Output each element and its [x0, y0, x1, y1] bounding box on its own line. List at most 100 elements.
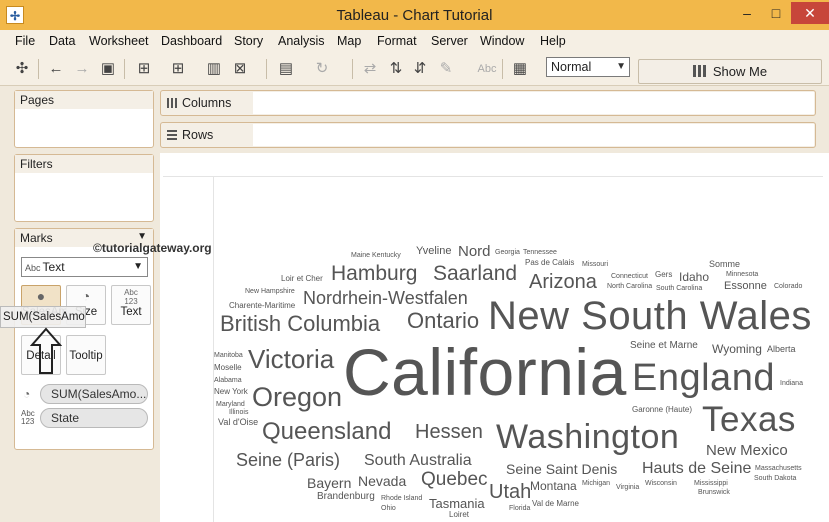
word-cloud-label[interactable]: Moselle	[214, 364, 242, 372]
mark-type-dropdown[interactable]: Abc Text ▼	[21, 257, 148, 277]
word-cloud-label[interactable]: California	[343, 339, 627, 405]
sort-descending-icon[interactable]: ⇵	[410, 59, 430, 79]
menu-server[interactable]: Server	[431, 34, 468, 48]
pages-panel[interactable]: Pages	[14, 90, 154, 148]
columns-drop-zone[interactable]	[253, 92, 814, 114]
word-cloud-label[interactable]: Garonne (Haute)	[632, 406, 692, 414]
word-cloud-label[interactable]: Texas	[702, 402, 796, 437]
word-cloud-label[interactable]: South Dakota	[754, 475, 796, 482]
word-cloud-label[interactable]: Tasmania	[429, 497, 485, 510]
word-cloud-label[interactable]: Georgia	[495, 249, 520, 256]
redo-icon[interactable]: →	[72, 59, 92, 79]
word-cloud-label[interactable]: Indiana	[780, 380, 803, 387]
new-data-source-icon[interactable]: ⊞	[134, 59, 154, 79]
word-cloud-label[interactable]: Yveline	[416, 246, 451, 257]
word-cloud-label[interactable]: Minnesota	[726, 271, 758, 278]
menu-data[interactable]: Data	[49, 34, 75, 48]
measure-pill[interactable]: SUM(SalesAmo...	[40, 384, 148, 404]
word-cloud-label[interactable]: Bayern	[307, 476, 351, 490]
viz-canvas[interactable]: Maine Kentucky Yveline Nord Georgia Tennessee…	[160, 153, 829, 522]
close-button[interactable]: ✕	[791, 2, 829, 24]
word-cloud-label[interactable]: Nevada	[358, 474, 406, 488]
word-cloud-label[interactable]: Missouri	[582, 261, 608, 268]
word-cloud-label[interactable]: Alberta	[767, 345, 796, 354]
word-cloud-label[interactable]: Val d'Oise	[218, 418, 258, 427]
show-labels-icon[interactable]: Abc	[474, 59, 500, 79]
word-cloud-label[interactable]: New York	[214, 388, 248, 396]
tooltip-mark-button[interactable]: Tooltip	[66, 335, 106, 375]
word-cloud-label[interactable]: Seine et Marne	[630, 341, 698, 351]
word-cloud-label[interactable]: Connecticut	[611, 273, 648, 280]
word-cloud-label[interactable]: Nordrhein-Westfalen	[303, 289, 468, 307]
clear-sheet-icon[interactable]: ⊠	[230, 59, 250, 79]
tableau-logo-icon[interactable]: ✣	[12, 59, 32, 79]
word-cloud-label[interactable]: Hessen	[415, 422, 483, 442]
word-cloud-label[interactable]: Maine	[351, 252, 370, 259]
word-cloud-label[interactable]: North Carolina	[607, 283, 652, 290]
word-cloud-label[interactable]: Charente-Maritime	[229, 302, 295, 310]
word-cloud-label[interactable]: Quebec	[421, 470, 488, 489]
highlight-icon[interactable]: ✎	[436, 59, 456, 79]
word-cloud-label[interactable]: Washington	[496, 420, 679, 454]
swap-icon[interactable]: ⇄	[360, 59, 380, 79]
menu-format[interactable]: Format	[377, 34, 417, 48]
save-icon[interactable]: ▣	[98, 59, 118, 79]
word-cloud-label[interactable]: Val de Marne	[532, 500, 579, 508]
word-cloud-label[interactable]: Ontario	[407, 310, 479, 332]
word-cloud-label[interactable]: South Australia	[364, 453, 472, 469]
word-cloud-label[interactable]: Tennessee	[523, 249, 557, 256]
columns-shelf[interactable]: Columns	[160, 90, 816, 116]
menu-help[interactable]: Help	[540, 34, 566, 48]
word-cloud-label[interactable]: New Hampshire	[245, 288, 295, 295]
dimension-pill[interactable]: State	[40, 408, 148, 428]
menu-analysis[interactable]: Analysis	[278, 34, 325, 48]
word-cloud-label[interactable]: Maryland	[216, 401, 245, 408]
word-cloud-label[interactable]: Montana	[530, 480, 577, 492]
word-cloud-label[interactable]: Gers	[655, 271, 672, 279]
word-cloud-label[interactable]: Loiret	[449, 511, 469, 519]
word-cloud-label[interactable]: Utah	[489, 482, 531, 502]
menu-file[interactable]: File	[15, 34, 35, 48]
word-cloud-label[interactable]: Michigan	[582, 480, 610, 487]
word-cloud-label[interactable]: Victoria	[248, 346, 334, 372]
word-cloud-label[interactable]: Hamburg	[331, 263, 417, 284]
rows-drop-zone[interactable]	[253, 124, 814, 146]
word-cloud-label[interactable]: Idaho	[679, 271, 709, 283]
word-cloud-label[interactable]: Wyoming	[712, 343, 762, 355]
word-cloud-label[interactable]: Loir et Cher	[281, 275, 323, 283]
menu-story[interactable]: Story	[234, 34, 263, 48]
word-cloud-label[interactable]: Arizona	[529, 272, 597, 292]
new-worksheet-icon[interactable]: ⊞	[168, 59, 188, 79]
word-cloud-label[interactable]: Alabama	[214, 377, 242, 384]
word-cloud-label[interactable]: Ohio	[381, 505, 396, 512]
word-cloud-label[interactable]: Somme	[709, 260, 740, 269]
rows-shelf[interactable]: Rows	[160, 122, 816, 148]
refresh-icon[interactable]: ↻	[312, 59, 332, 79]
menu-window[interactable]: Window	[480, 34, 524, 48]
maximize-button[interactable]: □	[762, 2, 790, 24]
word-cloud-label[interactable]: Virginia	[616, 484, 639, 491]
word-cloud-label[interactable]: Kentucky	[372, 252, 401, 259]
word-cloud-label[interactable]: Queensland	[262, 420, 391, 444]
undo-icon[interactable]: ←	[46, 59, 66, 79]
word-cloud-label[interactable]: Brunswick	[698, 489, 730, 496]
word-cloud-label[interactable]: Florida	[509, 505, 530, 512]
word-cloud-label[interactable]: Wisconsin	[645, 480, 677, 487]
word-cloud-label[interactable]: Manitoba	[214, 352, 243, 359]
word-cloud-label[interactable]: South Carolina	[656, 285, 702, 292]
filters-panel[interactable]: Filters	[14, 154, 154, 222]
word-cloud-label[interactable]: Mississippi	[694, 480, 728, 487]
word-cloud-label[interactable]: New Mexico	[706, 443, 788, 458]
word-cloud-label[interactable]: Brandenburg	[317, 492, 375, 502]
word-cloud-label[interactable]: Illinois	[229, 409, 248, 416]
word-cloud-label[interactable]: Nord	[458, 244, 491, 259]
word-cloud-label[interactable]: Seine (Paris)	[236, 451, 340, 469]
minimize-button[interactable]: –	[733, 2, 761, 24]
presentation-mode-icon[interactable]: ▦	[510, 59, 530, 79]
menu-worksheet[interactable]: Worksheet	[89, 34, 149, 48]
word-cloud-label[interactable]: Saarland	[433, 263, 517, 284]
word-cloud-label[interactable]: Rhode Island	[381, 495, 422, 502]
word-cloud-label[interactable]: Pas de Calais	[525, 259, 574, 267]
word-cloud-label[interactable]: Massachusetts	[755, 465, 802, 472]
menu-map[interactable]: Map	[337, 34, 361, 48]
